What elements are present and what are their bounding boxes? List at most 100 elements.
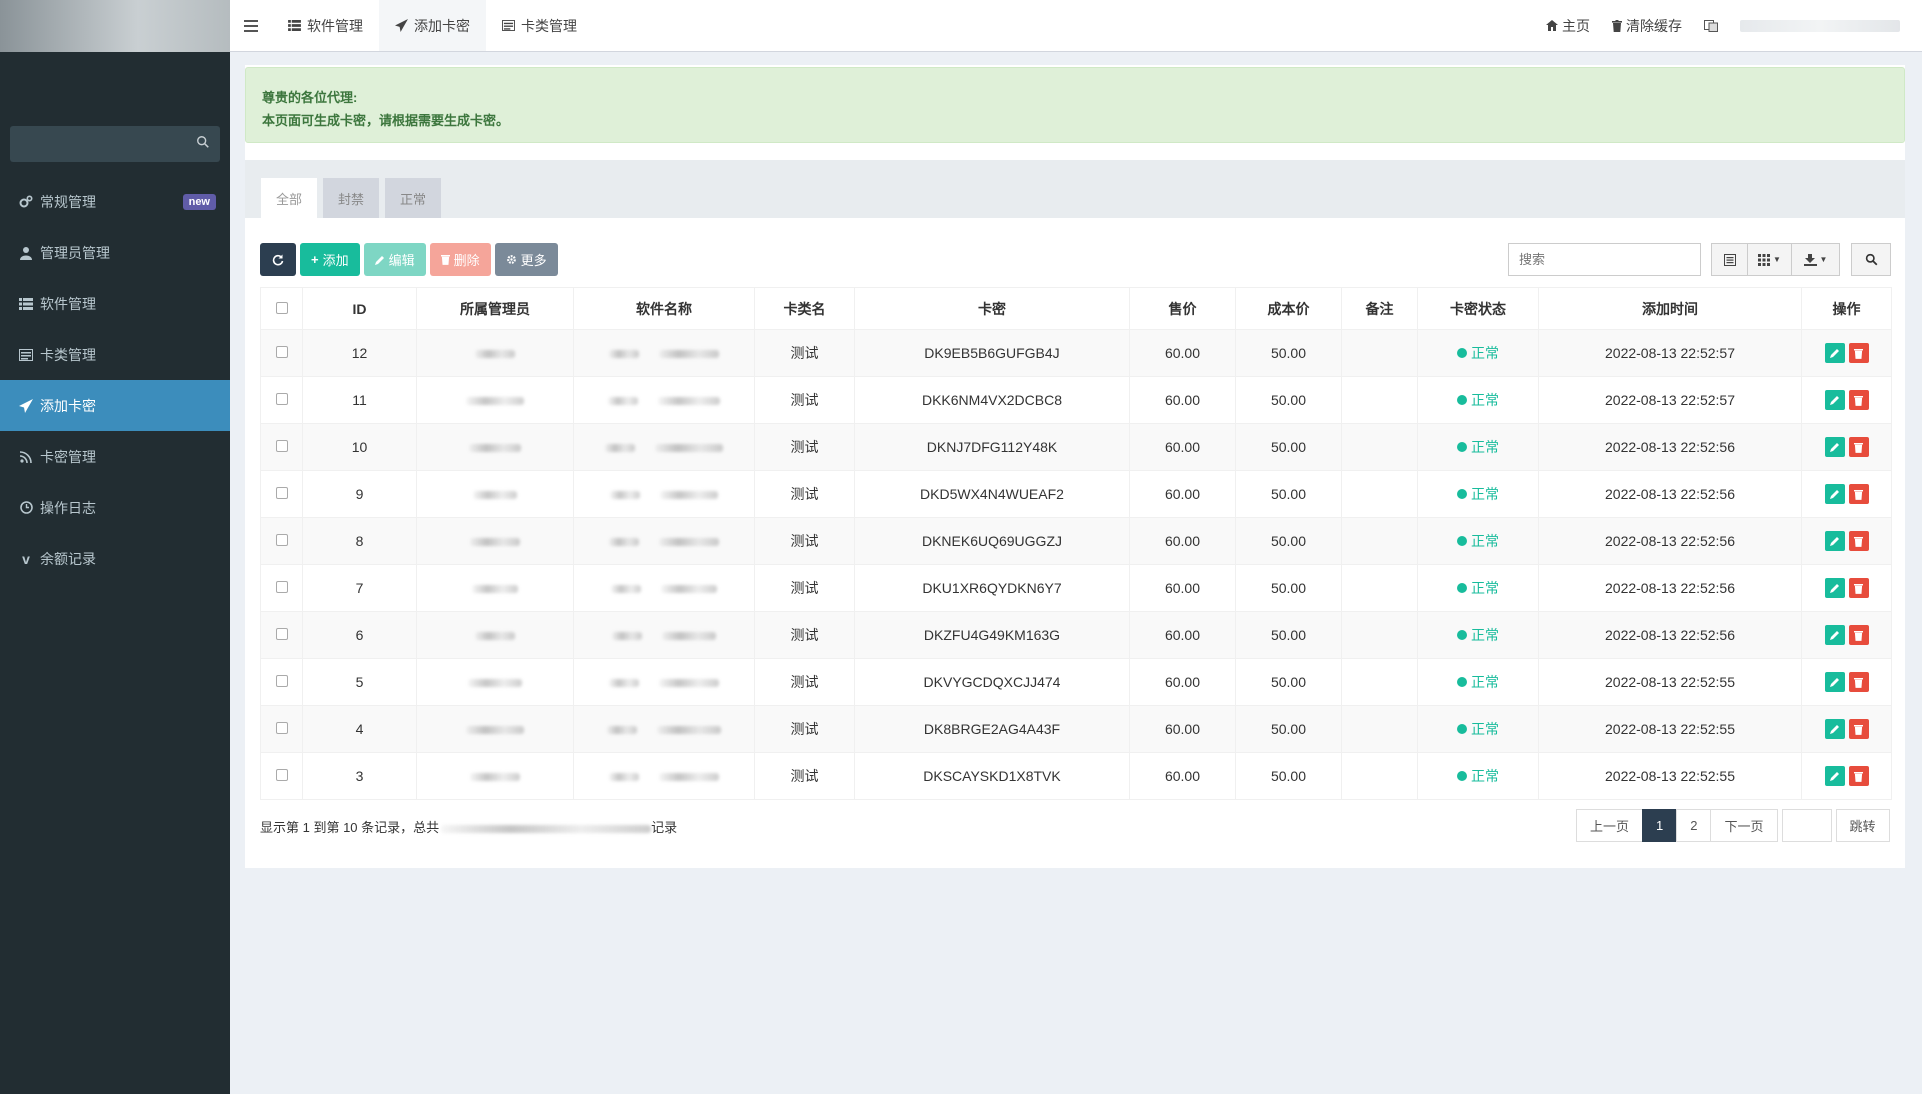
- page-1-button[interactable]: 1: [1642, 809, 1678, 842]
- tab-software[interactable]: 软件管理: [272, 0, 379, 51]
- select-all-checkbox[interactable]: [260, 287, 303, 330]
- add-button[interactable]: + 添加: [300, 243, 360, 276]
- checkbox[interactable]: [275, 301, 288, 314]
- edit-row-button[interactable]: [1824, 672, 1845, 692]
- edit-row-button[interactable]: [1824, 390, 1845, 410]
- tab-add-card[interactable]: 添加卡密: [379, 0, 486, 51]
- sidebar-item-software[interactable]: 软件管理: [0, 278, 230, 329]
- tab-all[interactable]: 全部: [261, 178, 318, 218]
- delete-row-button[interactable]: [1848, 390, 1869, 410]
- column-header[interactable]: 卡密: [854, 287, 1130, 330]
- checkbox[interactable]: [275, 581, 288, 593]
- checkbox[interactable]: [275, 487, 288, 499]
- column-header[interactable]: 所属管理员: [416, 287, 574, 330]
- checkbox[interactable]: [275, 534, 288, 546]
- table-row[interactable]: 11 测试 DKK6NM4VX2DCBC8 60.00 50.00 正常 2022-08-1…: [260, 376, 1892, 424]
- home-link[interactable]: 主页: [1546, 16, 1590, 36]
- row-checkbox-cell[interactable]: [260, 705, 303, 753]
- checkbox[interactable]: [275, 769, 288, 781]
- toggle-view-icon[interactable]: [1711, 243, 1748, 276]
- tab-banned[interactable]: 封禁: [323, 178, 380, 218]
- table-row[interactable]: 5 测试 DKVYGCDQXCJJ474 60.00 50.00 正常 2022-08-13…: [260, 658, 1892, 706]
- tab-normal[interactable]: 正常: [385, 178, 442, 218]
- sidebar-item-card-manage[interactable]: 卡密管理: [0, 431, 230, 482]
- row-checkbox-cell[interactable]: [260, 611, 303, 659]
- refresh-button[interactable]: [260, 243, 296, 276]
- delete-button[interactable]: 删除: [429, 243, 491, 276]
- row-checkbox-cell[interactable]: [260, 329, 303, 377]
- checkbox[interactable]: [275, 722, 288, 734]
- column-header[interactable]: 添加时间: [1538, 287, 1802, 330]
- checkbox[interactable]: [275, 675, 288, 687]
- delete-row-button[interactable]: [1848, 437, 1869, 457]
- row-checkbox-cell[interactable]: [260, 470, 303, 518]
- checkbox[interactable]: [275, 346, 288, 358]
- edit-row-button[interactable]: [1824, 343, 1845, 363]
- sidebar-item-admin[interactable]: 管理员管理: [0, 227, 230, 278]
- card-key-cell: DKNEK6UQ69UGGZJ: [854, 517, 1130, 565]
- table-row[interactable]: 7 测试 DKU1XR6QYDKN6Y7 60.00 50.00 正常 2022-08-13…: [260, 564, 1892, 612]
- export-dropdown[interactable]: ▼: [1792, 243, 1840, 276]
- checkbox[interactable]: [275, 628, 288, 640]
- edit-row-button[interactable]: [1824, 719, 1845, 739]
- table-row[interactable]: 12 测试 DK9EB5B6GUFGB4J 60.00 50.00 正常 2022-08-1…: [260, 329, 1892, 377]
- clear-cache-button[interactable]: 清除缓存: [1612, 16, 1682, 36]
- row-checkbox-cell[interactable]: [260, 564, 303, 612]
- edit-row-button[interactable]: [1824, 437, 1845, 457]
- delete-row-button[interactable]: [1848, 766, 1869, 786]
- delete-row-button[interactable]: [1848, 484, 1869, 504]
- column-header[interactable]: 售价: [1129, 287, 1236, 330]
- row-checkbox-cell[interactable]: [260, 376, 303, 424]
- delete-row-button[interactable]: [1848, 672, 1869, 692]
- edit-row-button[interactable]: [1824, 766, 1845, 786]
- table-row[interactable]: 9 测试 DKD5WX4N4WUEAF2 60.00 50.00 正常 2022-08-13…: [260, 470, 1892, 518]
- sidebar-item-balance[interactable]: v 余额记录: [0, 533, 230, 584]
- sidebar-item-logs[interactable]: 操作日志: [0, 482, 230, 533]
- language-icon[interactable]: [1704, 19, 1718, 32]
- sidebar-item-card-type[interactable]: 卡类管理: [0, 329, 230, 380]
- row-checkbox-cell[interactable]: [260, 752, 303, 800]
- edit-button[interactable]: 编辑: [363, 243, 426, 276]
- search-icon[interactable]: [196, 135, 210, 149]
- page-2-button[interactable]: 2: [1676, 809, 1712, 842]
- tab-card-type[interactable]: 卡类管理: [486, 0, 593, 51]
- menu-toggle-icon[interactable]: [230, 0, 272, 51]
- sidebar-search[interactable]: [10, 126, 220, 162]
- column-header[interactable]: 卡密状态: [1417, 287, 1539, 330]
- sidebar-item-general[interactable]: 常规管理 new: [0, 176, 230, 227]
- more-button[interactable]: 更多: [494, 243, 558, 276]
- checkbox[interactable]: [275, 393, 288, 405]
- delete-row-button[interactable]: [1848, 578, 1869, 598]
- delete-row-button[interactable]: [1848, 531, 1869, 551]
- row-checkbox-cell[interactable]: [260, 423, 303, 471]
- table-row[interactable]: 4 测试 DK8BRGE2AG4A43F 60.00 50.00 正常 2022-08-13…: [260, 705, 1892, 753]
- edit-row-button[interactable]: [1824, 625, 1845, 645]
- jump-button[interactable]: 跳转: [1835, 809, 1890, 842]
- jump-page-input[interactable]: [1781, 809, 1832, 842]
- row-checkbox-cell[interactable]: [260, 658, 303, 706]
- sidebar-item-add-card[interactable]: 添加卡密: [0, 380, 230, 431]
- edit-row-button[interactable]: [1824, 484, 1845, 504]
- table-search-input[interactable]: [1508, 243, 1701, 276]
- columns-dropdown[interactable]: ▼: [1748, 243, 1792, 276]
- column-header[interactable]: 卡类名: [754, 287, 855, 330]
- column-header[interactable]: 成本价: [1235, 287, 1342, 330]
- delete-row-button[interactable]: [1848, 343, 1869, 363]
- edit-row-button[interactable]: [1824, 578, 1845, 598]
- checkbox[interactable]: [275, 440, 288, 452]
- delete-row-button[interactable]: [1848, 719, 1869, 739]
- prev-page-button[interactable]: 上一页: [1576, 809, 1644, 842]
- row-checkbox-cell[interactable]: [260, 517, 303, 565]
- user-menu[interactable]: [1740, 19, 1900, 32]
- column-header[interactable]: 软件名称: [573, 287, 755, 330]
- table-row[interactable]: 8 测试 DKNEK6UQ69UGGZJ 60.00 50.00 正常 2022-08-13…: [260, 517, 1892, 565]
- column-header[interactable]: 备注: [1341, 287, 1418, 330]
- table-row[interactable]: 3 测试 DKSCAYSKD1X8TVK 60.00 50.00 正常 2022-08-13…: [260, 752, 1892, 800]
- next-page-button[interactable]: 下一页: [1710, 809, 1778, 842]
- delete-row-button[interactable]: [1848, 625, 1869, 645]
- column-header[interactable]: ID: [302, 287, 417, 330]
- table-row[interactable]: 6 测试 DKZFU4G49KM163G 60.00 50.00 正常 2022-08-13…: [260, 611, 1892, 659]
- table-row[interactable]: 10 测试 DKNJ7DFG112Y48K 60.00 50.00 正常 2022-08-1…: [260, 423, 1892, 471]
- edit-row-button[interactable]: [1824, 531, 1845, 551]
- search-button[interactable]: [1851, 243, 1891, 276]
